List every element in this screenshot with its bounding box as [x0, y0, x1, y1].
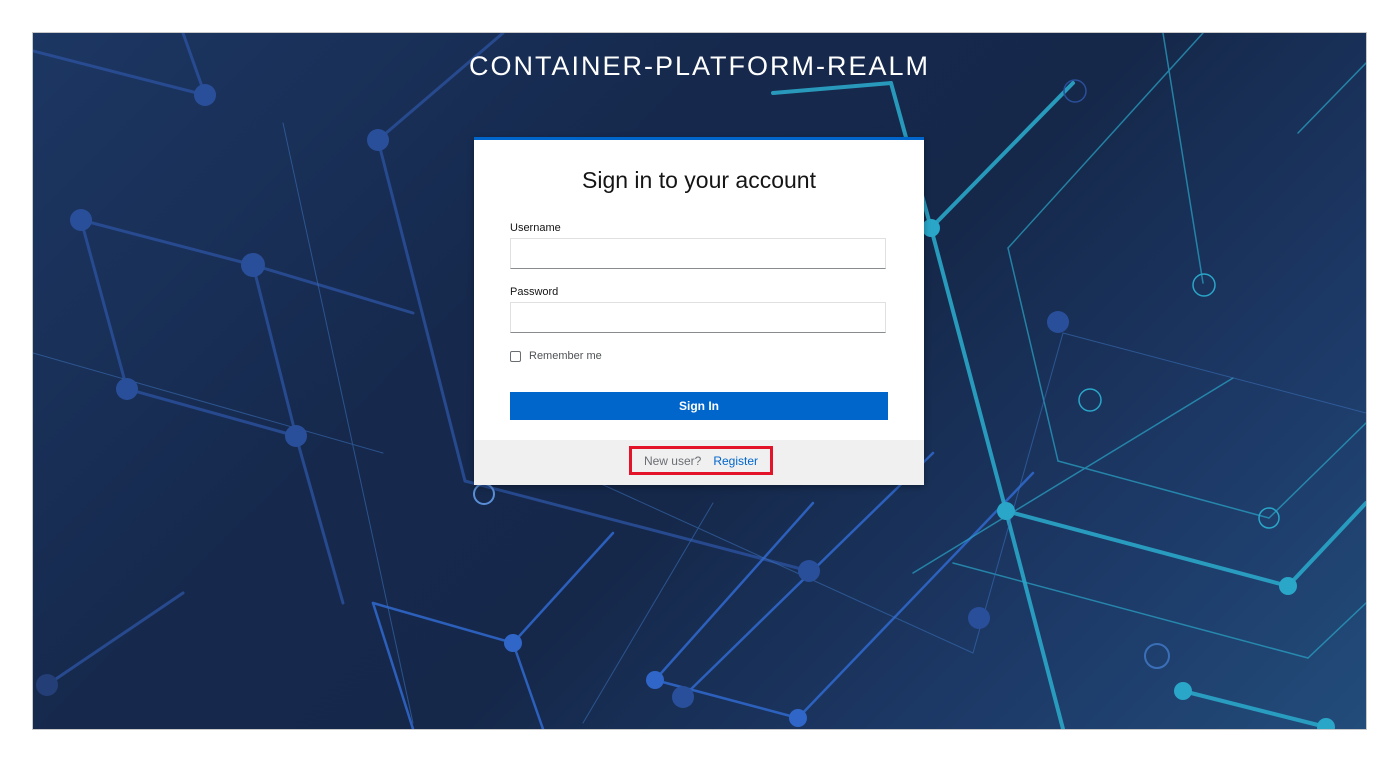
sign-in-button[interactable]: Sign In: [510, 392, 888, 420]
password-input[interactable]: [510, 302, 886, 333]
login-card: Sign in to your account Username Passwor…: [474, 137, 924, 485]
username-label: Username: [510, 222, 561, 234]
remember-me-label: Remember me: [529, 350, 602, 362]
username-input[interactable]: [510, 238, 886, 269]
password-label: Password: [510, 286, 559, 298]
login-heading: Sign in to your account: [582, 167, 816, 193]
card-footer: New user? Register: [474, 440, 924, 485]
new-user-text: New user?: [643, 453, 702, 468]
register-highlight-box: New user? Register: [629, 446, 773, 475]
remember-me-checkbox[interactable]: [510, 350, 521, 362]
realm-title: CONTAINER-PLATFORM-REALM: [468, 51, 930, 81]
register-link[interactable]: Register: [713, 454, 758, 468]
login-page-frame: CONTAINER-PLATFORM-REALM Sign in to your…: [32, 32, 1367, 730]
remember-me-row[interactable]: Remember me: [510, 350, 602, 362]
